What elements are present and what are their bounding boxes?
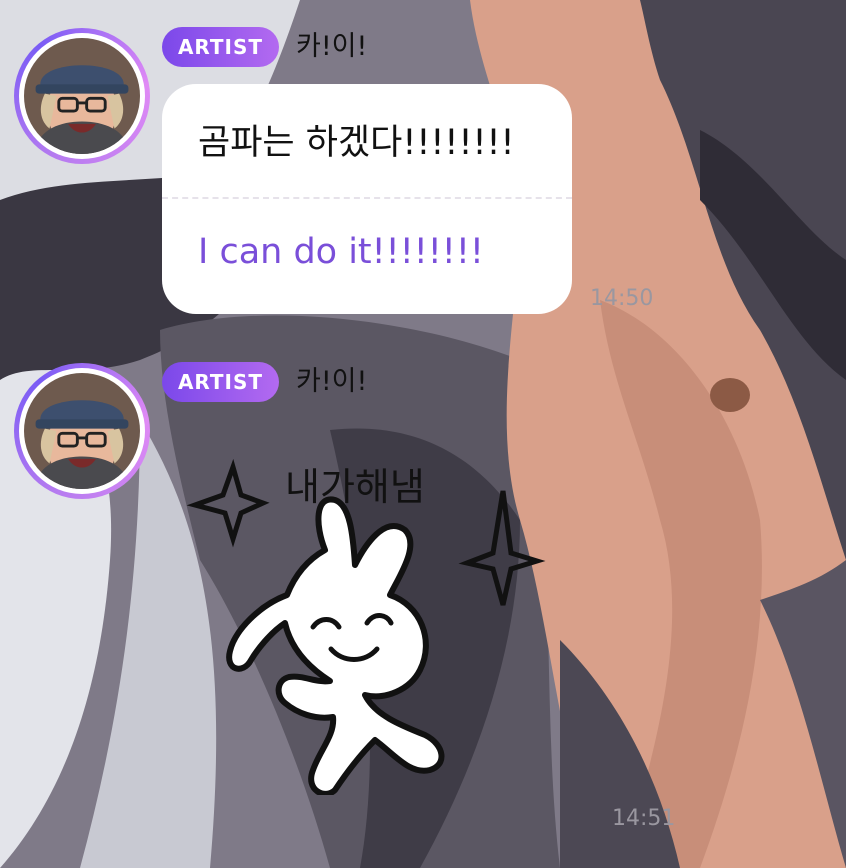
sender-name[interactable]: 카!이! — [296, 27, 367, 67]
bunny-sticker-icon[interactable]: 내가해냄 — [185, 455, 565, 795]
message-bubble[interactable]: 곰파는 하겠다!!!!!!!! I can do it!!!!!!!! — [162, 84, 572, 314]
avatar-photo-icon — [24, 38, 140, 154]
message-row: ARTIST 카!이! 곰파는 하겠다!!!!!!!! I can do it!… — [0, 0, 846, 330]
message-time: 14:50 — [590, 286, 654, 311]
message-time: 14:51 — [612, 806, 676, 831]
translated-text: I can do it!!!!!!!! — [198, 232, 484, 272]
message-text: 곰파는 하겠다!!!!!!!! — [198, 123, 515, 163]
sender-avatar[interactable] — [14, 28, 150, 164]
artist-badge: ARTIST — [162, 27, 279, 67]
avatar-photo-icon — [24, 373, 140, 489]
translation-divider — [162, 197, 572, 199]
sender-avatar[interactable] — [14, 363, 150, 499]
sticker-caption: 내가해냄 — [285, 465, 425, 509]
sender-name[interactable]: 카!이! — [296, 362, 367, 402]
artist-badge: ARTIST — [162, 362, 279, 402]
